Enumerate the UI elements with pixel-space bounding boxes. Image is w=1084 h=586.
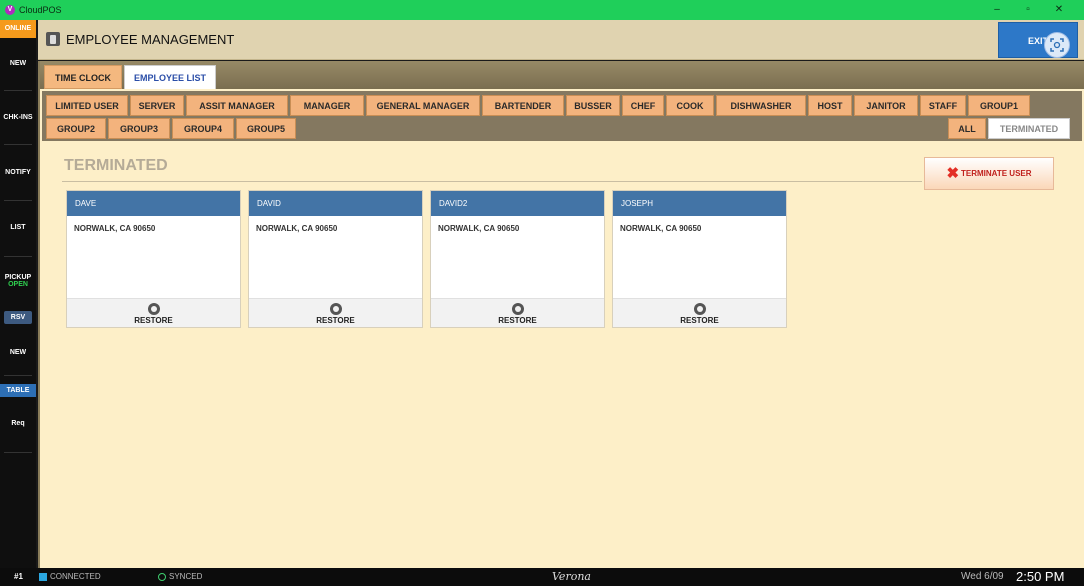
sidebar-item-chk-ins[interactable]: CHK-INS (0, 114, 36, 121)
sidebar-item-new-rsv[interactable]: NEW (0, 349, 36, 356)
employee-address: NORWALK, CA 90650 (74, 224, 156, 233)
filter-host[interactable]: HOST (808, 95, 852, 116)
employee-name: JOSEPH (613, 191, 786, 216)
page-header: EMPLOYEE MANAGEMENT EXIT (38, 20, 1084, 60)
connected-label: CONNECTED (50, 572, 101, 581)
restore-icon (511, 303, 524, 315)
synced-label: SYNCED (169, 572, 203, 581)
filter-terminated[interactable]: TERMINATED (988, 118, 1070, 139)
online-status-badge: ONLINE (0, 20, 36, 38)
filter-limited-user[interactable]: LIMITED USER (46, 95, 128, 116)
filter-bartender[interactable]: BARTENDER (482, 95, 564, 116)
tab-employee-list[interactable]: EMPLOYEE LIST (124, 65, 216, 89)
restore-label: RESTORE (680, 316, 719, 325)
employee-address: NORWALK, CA 90650 (256, 224, 338, 233)
restore-button[interactable]: RESTORE (613, 298, 786, 327)
main-content: TIME CLOCK EMPLOYEE LIST LIMITED USER SE… (38, 61, 1084, 568)
terminate-user-label: TERMINATE USER (961, 169, 1032, 178)
role-filter-bar: LIMITED USER SERVER ASSIT MANAGER MANAGE… (42, 91, 1082, 141)
red-x-icon: ✖ (946, 165, 960, 182)
employee-address: NORWALK, CA 90650 (438, 224, 520, 233)
restore-button[interactable]: RESTORE (67, 298, 240, 327)
filter-general-manager[interactable]: GENERAL MANAGER (366, 95, 480, 116)
pickup-open-badge: OPEN (8, 281, 28, 288)
employee-card-david[interactable]: DAVID NORWALK, CA 90650 RESTORE (248, 190, 423, 328)
employee-name: DAVID (249, 191, 422, 216)
minimize-icon[interactable]: – (984, 0, 1010, 20)
filter-manager[interactable]: MANAGER (290, 95, 364, 116)
connected-icon (39, 572, 47, 581)
restore-label: RESTORE (316, 316, 355, 325)
filter-group2[interactable]: GROUP2 (46, 118, 106, 139)
restore-label: RESTORE (134, 316, 173, 325)
status-date: Wed 6/09 (961, 571, 1004, 582)
filter-group4[interactable]: GROUP4 (172, 118, 234, 139)
filter-staff[interactable]: STAFF (920, 95, 966, 116)
restore-label: RESTORE (498, 316, 537, 325)
employee-card-dave[interactable]: DAVE NORWALK, CA 90650 RESTORE (66, 190, 241, 328)
filter-busser[interactable]: BUSSER (566, 95, 620, 116)
sidebar-item-req[interactable]: Req (0, 420, 36, 427)
employee-name: DAVE (67, 191, 240, 216)
close-icon[interactable]: ✕ (1046, 0, 1072, 20)
filter-assit-manager[interactable]: ASSIT MANAGER (186, 95, 288, 116)
connection-status: CONNECTED (39, 568, 101, 586)
sidebar-item-rsv[interactable]: RSV (4, 311, 32, 324)
filter-server[interactable]: SERVER (130, 95, 184, 116)
employee-name: DAVID2 (431, 191, 604, 216)
sync-status: SYNCED (158, 568, 202, 586)
left-sidebar: ONLINE NEW CHK-INS NOTIFY LIST PICKUP OP… (0, 20, 36, 568)
status-time: 2:50 PM (1016, 569, 1065, 584)
screen-capture-icon[interactable] (1044, 32, 1070, 58)
window-titlebar: V CloudPOS – ▫ ✕ (0, 0, 1084, 20)
section-divider (62, 181, 922, 182)
location-name: Verona (552, 570, 591, 583)
sidebar-item-notify[interactable]: NOTIFY (0, 169, 36, 176)
station-number: #1 (14, 572, 23, 581)
restore-icon (693, 303, 706, 315)
restore-icon[interactable]: ▫ (1015, 0, 1041, 20)
sidebar-item-pickup[interactable]: PICKUP OPEN (0, 274, 36, 288)
app-name: CloudPOS (19, 5, 62, 15)
terminate-user-button[interactable]: ✖ TERMINATE USER (924, 157, 1054, 190)
restore-icon (329, 303, 342, 315)
section-title: TERMINATED (64, 157, 168, 174)
filter-dishwasher[interactable]: DISHWASHER (716, 95, 806, 116)
filter-group3[interactable]: GROUP3 (108, 118, 170, 139)
filter-chef[interactable]: CHEF (622, 95, 664, 116)
sidebar-item-list[interactable]: LIST (0, 224, 36, 231)
filter-cook[interactable]: COOK (666, 95, 714, 116)
tab-bar: TIME CLOCK EMPLOYEE LIST (40, 61, 1084, 89)
page-title: EMPLOYEE MANAGEMENT (66, 32, 235, 47)
filter-janitor[interactable]: JANITOR (854, 95, 918, 116)
tab-time-clock[interactable]: TIME CLOCK (44, 65, 122, 89)
sidebar-item-table[interactable]: TABLE (0, 384, 36, 397)
employee-address: NORWALK, CA 90650 (620, 224, 702, 233)
restore-button[interactable]: RESTORE (249, 298, 422, 327)
tuxedo-icon (46, 32, 60, 46)
filter-group1[interactable]: GROUP1 (968, 95, 1030, 116)
filter-all[interactable]: ALL (948, 118, 986, 139)
restore-icon (147, 303, 160, 315)
employee-card-david2[interactable]: DAVID2 NORWALK, CA 90650 RESTORE (430, 190, 605, 328)
pickup-label: PICKUP (4, 274, 32, 281)
employee-card-joseph[interactable]: JOSEPH NORWALK, CA 90650 RESTORE (612, 190, 787, 328)
sidebar-item-new[interactable]: NEW (0, 60, 36, 67)
app-icon: V (5, 5, 15, 15)
restore-button[interactable]: RESTORE (431, 298, 604, 327)
status-bar: #1 CONNECTED SYNCED Verona Wed 6/09 2:50… (0, 568, 1084, 586)
cloud-icon (158, 572, 166, 581)
filter-group5[interactable]: GROUP5 (236, 118, 296, 139)
